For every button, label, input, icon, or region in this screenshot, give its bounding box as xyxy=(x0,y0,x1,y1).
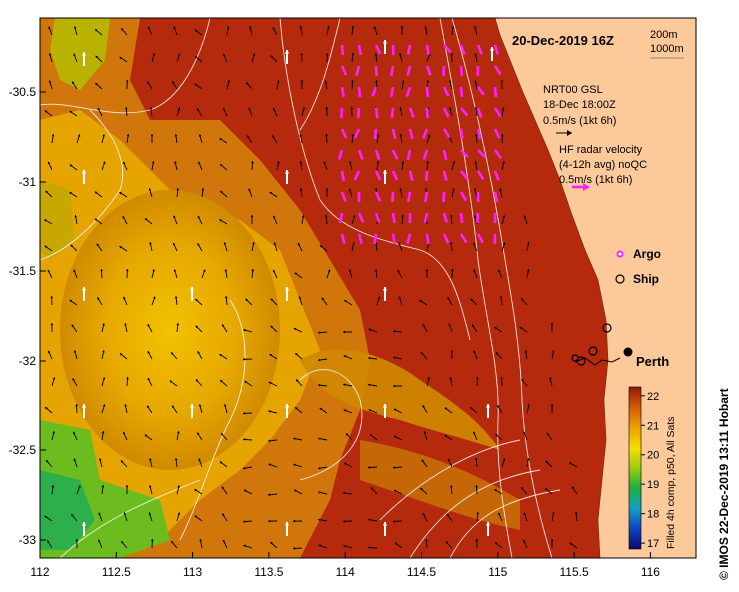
hf-radar-arrow xyxy=(493,212,497,224)
sst-map: 20-Dec-2019 16Z 200m 1000m NRT00 GSL 18-… xyxy=(9,17,731,580)
colorbar-tick-label: 19 xyxy=(647,479,659,491)
ship-legend-label: Ship xyxy=(633,272,659,286)
y-tick-label: -32 xyxy=(19,354,37,368)
colorbar-tick-label: 21 xyxy=(647,420,659,432)
colorbar-tick-label: 18 xyxy=(647,509,659,521)
y-tick-label: -32.5 xyxy=(9,443,37,457)
x-tick-label: 114.5 xyxy=(407,565,436,579)
colorbar-tick-label: 17 xyxy=(647,538,659,550)
perth-dot xyxy=(623,347,633,357)
y-tick-label: -31 xyxy=(19,175,37,189)
colorbar-tick-label: 20 xyxy=(647,450,659,462)
x-tick-label: 115 xyxy=(488,565,507,579)
map-title: 20-Dec-2019 16Z xyxy=(512,33,614,48)
scale-1000m-label: 1000m xyxy=(650,43,684,55)
hf-legend-line2: (4-12h avg) noQC xyxy=(559,159,647,171)
argo-legend-icon xyxy=(616,250,624,258)
perth-label: Perth xyxy=(636,354,669,369)
hf-radar-arrow xyxy=(493,233,497,245)
x-tick-label: 112.5 xyxy=(102,565,131,579)
sst-warm-core xyxy=(60,190,280,470)
y-tick-label: -31.5 xyxy=(9,264,37,278)
hf-radar-arrow xyxy=(357,191,361,203)
x-tick-label: 114 xyxy=(336,565,355,579)
model-legend-line1: NRT00 GSL xyxy=(543,84,603,96)
colorbar-label: Filled 4h comp, p50, All Sats xyxy=(665,417,677,550)
hf-legend-line1: HF radar velocity xyxy=(559,144,643,156)
x-tick-label: 112 xyxy=(30,565,49,579)
y-tick-label: -30.5 xyxy=(9,85,37,99)
hf-legend-line3: 0.5m/s (1kt 6h) xyxy=(559,174,632,186)
hf-radar-arrow xyxy=(408,212,412,224)
model-legend-line3: 0.5m/s (1kt 6h) xyxy=(543,115,616,127)
x-tick-label: 116 xyxy=(641,565,660,579)
model-legend-line2: 18-Dec 18:00Z xyxy=(543,99,616,111)
credit-text: © IMOS 22-Dec-2019 13:11 Hobart xyxy=(717,388,731,580)
x-tick-label: 113 xyxy=(183,565,202,579)
y-tick-label: -33 xyxy=(19,533,37,547)
x-tick-label: 113.5 xyxy=(254,565,283,579)
hf-radar-arrow xyxy=(476,191,480,203)
colorbar-tick-label: 22 xyxy=(647,391,659,403)
colorbar xyxy=(628,386,642,550)
argo-legend-label: Argo xyxy=(633,247,661,261)
x-tick-label: 115.5 xyxy=(560,565,589,579)
hf-radar-arrow xyxy=(476,65,480,77)
scale-200m-label: 200m xyxy=(650,29,678,41)
